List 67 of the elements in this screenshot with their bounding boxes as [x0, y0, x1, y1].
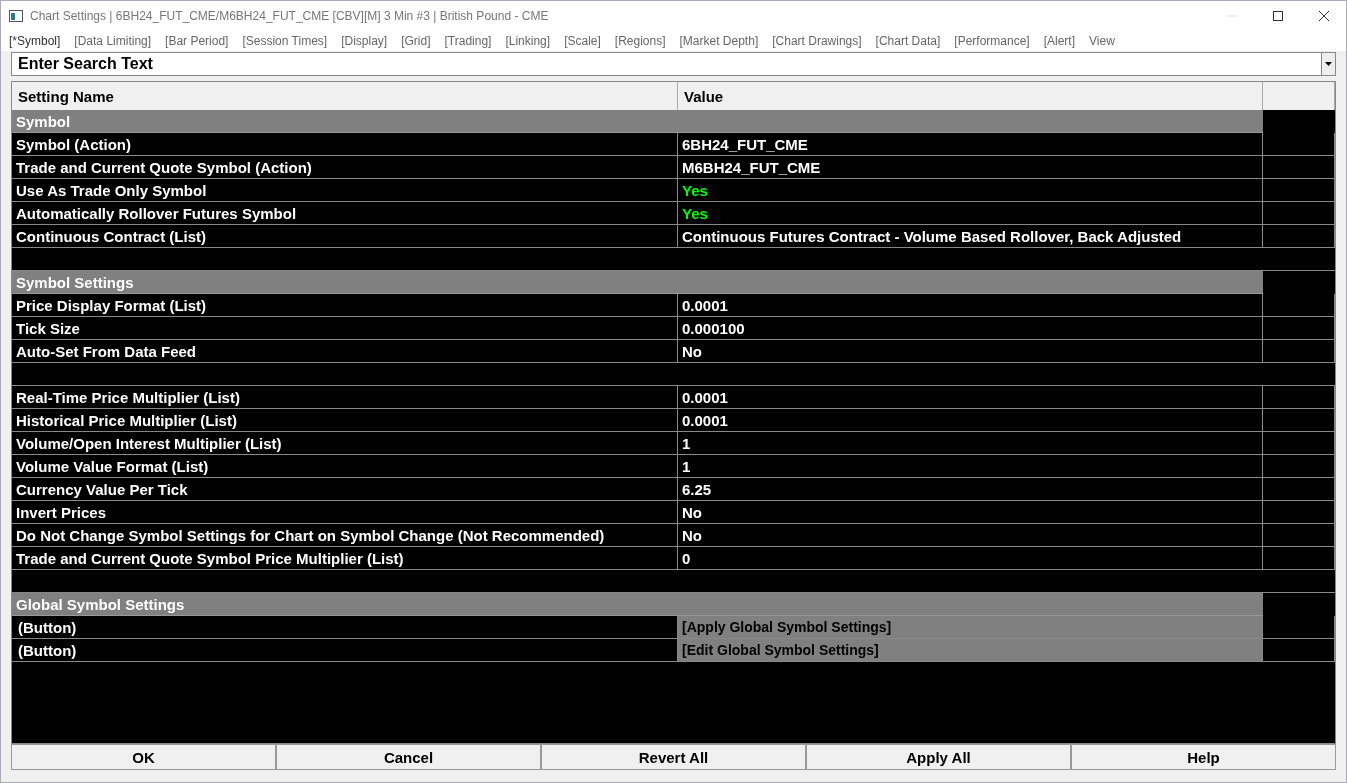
setting-value[interactable]: 0: [678, 547, 1263, 570]
menu-tab[interactable]: [Bar Period]: [165, 34, 229, 48]
menu-tab[interactable]: [Regions]: [614, 34, 666, 48]
setting-name: Auto-Set From Data Feed: [12, 340, 678, 363]
setting-value[interactable]: 0.000100: [678, 317, 1263, 340]
setting-name: Trade and Current Quote Symbol (Action): [12, 156, 678, 179]
menu-tab[interactable]: View: [1089, 34, 1115, 48]
setting-name: Symbol (Action): [12, 133, 678, 156]
dialog-button[interactable]: Cancel: [276, 744, 541, 770]
search-field[interactable]: Enter Search Text: [11, 52, 1321, 76]
action-button[interactable]: [Apply Global Symbol Settings]: [678, 616, 1263, 639]
menu-tab[interactable]: [Alert]: [1043, 34, 1075, 48]
setting-value[interactable]: Continuous Futures Contract - Volume Based Rollover, Back Adjusted: [678, 225, 1263, 248]
menu-tab[interactable]: [Performance]: [954, 34, 1030, 48]
section-header: Symbol: [12, 110, 1263, 133]
setting-name: Real-Time Price Multiplier (List): [12, 386, 678, 409]
setting-name: Historical Price Multiplier (List): [12, 409, 678, 432]
setting-value[interactable]: No: [678, 524, 1263, 547]
setting-name: Continuous Contract (List): [12, 225, 678, 248]
close-icon[interactable]: [1318, 10, 1330, 22]
setting-name: Invert Prices: [12, 501, 678, 524]
setting-name: Use As Trade Only Symbol: [12, 179, 678, 202]
menu-tab[interactable]: [Chart Data]: [875, 34, 941, 48]
setting-name: Automatically Rollover Futures Symbol: [12, 202, 678, 225]
setting-value[interactable]: No: [678, 501, 1263, 524]
setting-value[interactable]: No: [678, 340, 1263, 363]
dialog-button[interactable]: Help: [1071, 744, 1336, 770]
caret-icon: [1325, 62, 1332, 66]
setting-name: Tick Size: [12, 317, 678, 340]
setting-name: Volume/Open Interest Multiplier (List): [12, 432, 678, 455]
menu-tab[interactable]: [Data Limiting]: [74, 34, 152, 48]
setting-value[interactable]: 6.25: [678, 478, 1263, 501]
menu-tab[interactable]: [Session Times]: [242, 34, 328, 48]
section-header: Global Symbol Settings: [12, 593, 1263, 616]
menu-tab[interactable]: [Display]: [341, 34, 388, 48]
setting-value[interactable]: 6BH24_FUT_CME: [678, 133, 1263, 156]
menu-tab[interactable]: [Linking]: [505, 34, 551, 48]
dropdown-button[interactable]: [1321, 52, 1336, 76]
menu-tab[interactable]: [Scale]: [564, 34, 601, 48]
action-button[interactable]: [Edit Global Symbol Settings]: [678, 639, 1263, 662]
dialog-button[interactable]: Apply All: [806, 744, 1071, 770]
setting-name: Trade and Current Quote Symbol Price Multiplier (List): [12, 547, 678, 570]
setting-value[interactable]: Yes: [678, 202, 1263, 225]
section-header: Symbol Settings: [12, 271, 1263, 294]
window-title: Chart Settings | 6BH24_FUT_CME/M6BH24_FUT_CME [CBV][M] 3 Min #3 | British Pound - CME: [30, 9, 549, 23]
setting-name: Currency Value Per Tick: [12, 478, 678, 501]
setting-name: Do Not Change Symbol Settings for Chart on Symbol Change (Not Recommended): [12, 524, 678, 547]
setting-name: (Button): [12, 616, 678, 639]
menu-tab[interactable]: [Trading]: [444, 34, 492, 48]
maximize-icon[interactable]: [1272, 10, 1284, 22]
setting-value[interactable]: 0.0001: [678, 409, 1263, 432]
menu-tab[interactable]: [Chart Drawings]: [772, 34, 862, 48]
setting-name: Volume Value Format (List): [12, 455, 678, 478]
setting-value[interactable]: M6BH24_FUT_CME: [678, 156, 1263, 179]
app-icon: [9, 10, 23, 22]
setting-value[interactable]: Yes: [678, 179, 1263, 202]
menu-tab[interactable]: [Market Depth]: [679, 34, 759, 48]
setting-value[interactable]: 1: [678, 455, 1263, 478]
dialog-button[interactable]: Revert All: [541, 744, 806, 770]
setting-value[interactable]: 0.0001: [678, 294, 1263, 317]
setting-value[interactable]: 1: [678, 432, 1263, 455]
menu-tab[interactable]: [Grid]: [401, 34, 431, 48]
setting-name: Price Display Format (List): [12, 294, 678, 317]
menu-tab[interactable]: [*Symbol]: [9, 34, 61, 48]
setting-value[interactable]: 0.0001: [678, 386, 1263, 409]
dialog-button[interactable]: OK: [11, 744, 276, 770]
setting-name: (Button): [12, 639, 678, 662]
